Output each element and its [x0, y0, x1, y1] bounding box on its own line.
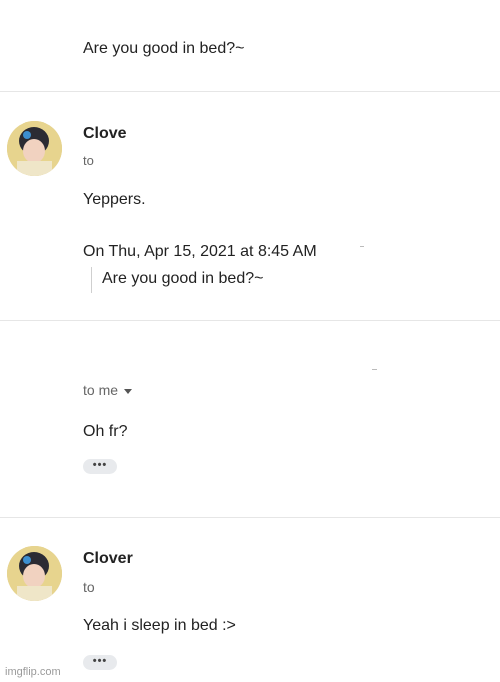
message-body: Yeah i sleep in bed :> [83, 617, 236, 634]
avatar[interactable] [7, 121, 62, 176]
recipient-line[interactable]: to me [83, 382, 133, 398]
avatar[interactable] [7, 546, 62, 601]
sender-name[interactable]: Clove [83, 125, 127, 143]
quoted-text: Are you good in bed?~ [102, 270, 264, 287]
recipient-line[interactable]: to [83, 153, 94, 168]
recipient-line[interactable]: to [83, 579, 95, 595]
top-quoted-text: Are you good in bed?~ [83, 40, 245, 57]
divider [0, 517, 500, 518]
recipient-label: to me [83, 382, 119, 398]
quoted-header: On Thu, Apr 15, 2021 at 8:45 AM [83, 243, 317, 260]
show-trimmed-content-button[interactable]: ••• [83, 655, 117, 670]
divider [0, 320, 500, 321]
quote-bar [91, 267, 92, 293]
chevron-down-icon[interactable] [124, 388, 133, 394]
show-trimmed-content-button[interactable]: ••• [83, 459, 117, 474]
message-body: Oh fr? [83, 423, 128, 440]
redaction-mark [360, 246, 364, 247]
divider [0, 91, 500, 92]
message-body: Yeppers. [83, 191, 146, 208]
avatar-image [7, 546, 62, 601]
sender-name[interactable]: Clover [83, 550, 133, 568]
watermark: imgflip.com [5, 666, 61, 678]
avatar-image [7, 121, 62, 176]
redaction-mark [372, 369, 377, 370]
